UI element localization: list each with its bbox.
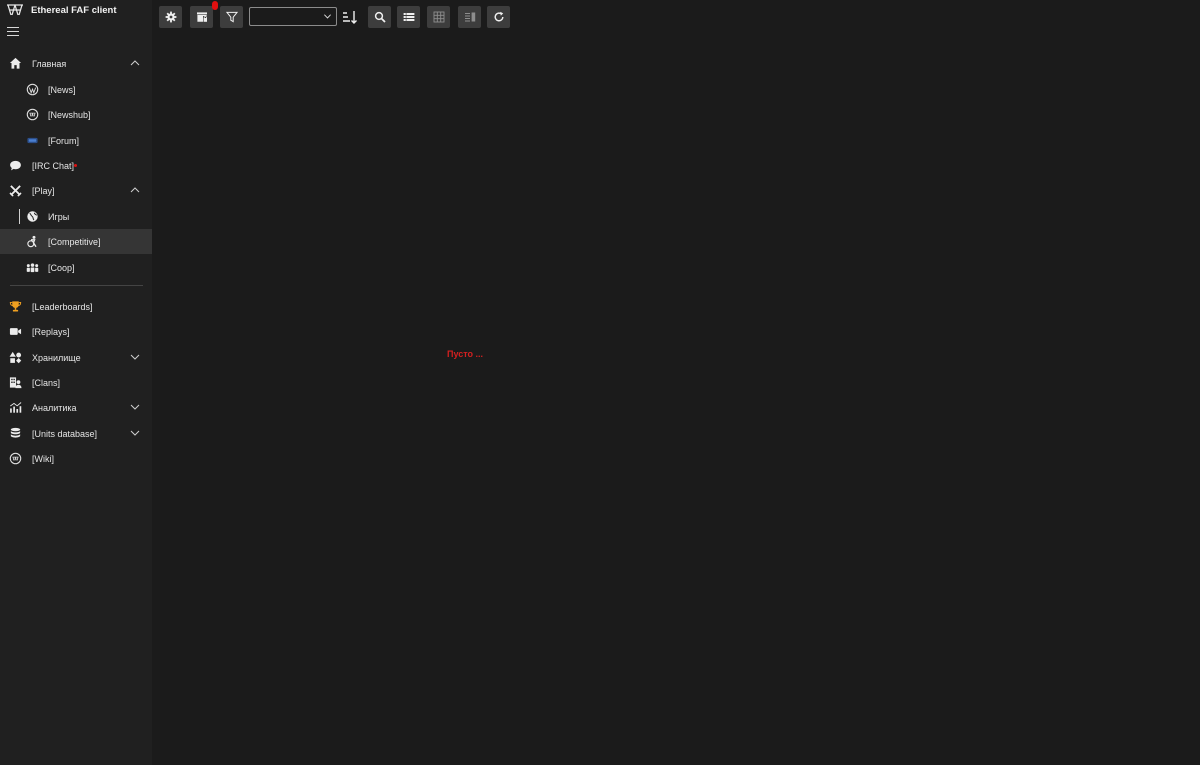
empty-state-message: Пусто ... (447, 349, 484, 359)
nav-item-units-database[interactable]: [Units database] (0, 421, 152, 446)
chevron-down-icon (324, 14, 331, 19)
list-view-icon (403, 13, 414, 21)
grid-view-icon (433, 11, 444, 23)
faf-icon (9, 452, 22, 465)
active-indicator (19, 209, 20, 224)
wordpress-icon (26, 83, 39, 96)
nav-item-news[interactable]: [News] (0, 77, 152, 102)
nav-item-play[interactable]: [Play] (0, 178, 152, 203)
nav-item-forum[interactable]: [Forum] (0, 128, 152, 153)
nav-label-replays: [Replays] (32, 327, 70, 337)
nav-item-clans[interactable]: [Clans] (0, 370, 152, 395)
analytics-icon (9, 401, 22, 414)
settings-button[interactable] (159, 6, 182, 28)
nav-label-play: [Play] (32, 186, 55, 196)
nav-label-wiki: [Wiki] (32, 454, 54, 464)
nav-label-news: [News] (48, 85, 76, 95)
chevron-up-icon[interactable] (130, 58, 140, 68)
chevron-down-icon[interactable] (130, 428, 140, 438)
home-icon (9, 57, 22, 70)
database-icon (9, 427, 22, 440)
nav-item-wiki[interactable]: [Wiki] (0, 446, 152, 471)
filter-icon (225, 11, 238, 23)
video-camera-icon (9, 325, 22, 338)
nav-item-vault[interactable]: Хранилище (0, 345, 152, 370)
host-game-button[interactable] (190, 6, 213, 28)
refresh-button[interactable] (487, 6, 510, 28)
sort-direction-icon[interactable] (342, 9, 358, 25)
chat-bubble-icon (9, 159, 22, 172)
search-icon (374, 11, 386, 23)
title-bar: Ethereal FAF client (0, 0, 152, 22)
nav-label-games: Игры (48, 212, 70, 222)
app-title: Ethereal FAF client (31, 5, 117, 16)
competitive-icon (26, 235, 39, 248)
nav-item-home[interactable]: Главная (0, 51, 152, 76)
sort-dropdown[interactable] (249, 7, 337, 26)
menu-toggle-button[interactable] (7, 27, 19, 37)
nav-label-home: Главная (32, 59, 67, 69)
group-icon (26, 261, 39, 274)
nav-divider (10, 285, 143, 286)
nav-item-analytics[interactable]: Аналитика (0, 395, 152, 420)
chevron-down-icon[interactable] (130, 352, 140, 362)
clans-icon (9, 376, 22, 389)
nav-item-leaderboards[interactable]: [Leaderboards] (0, 294, 152, 319)
search-button[interactable] (368, 6, 391, 28)
refresh-icon (494, 11, 503, 22)
grid-view-button[interactable] (427, 6, 450, 28)
filter-button[interactable] (220, 6, 243, 28)
nav-label-units-database: [Units database] (32, 429, 98, 439)
faf-logo-icon (7, 4, 23, 16)
details-view-button[interactable] (458, 6, 481, 28)
faf-icon (26, 108, 39, 121)
nav-label-analytics: Аналитика (32, 403, 77, 413)
nav-item-irc-chat[interactable]: [IRC Chat] (0, 153, 152, 178)
sidebar: Ethereal FAF client Главная [News] [News… (0, 0, 152, 765)
nav-label-clans: [Clans] (32, 378, 61, 388)
details-view-icon (464, 12, 475, 22)
nav-label-leaderboards: [Leaderboards] (32, 302, 93, 312)
nav-item-newshub[interactable]: [Newshub] (0, 102, 152, 127)
gear-icon (165, 11, 176, 23)
globe-icon (26, 210, 39, 223)
list-view-button[interactable] (397, 6, 420, 28)
crossed-swords-icon (9, 184, 22, 197)
shapes-icon (9, 351, 22, 364)
forum-icon (26, 134, 39, 147)
notification-badge (212, 1, 218, 10)
unread-indicator (74, 164, 77, 167)
nav-label-newshub: [Newshub] (48, 110, 91, 120)
nav-label-forum: [Forum] (48, 136, 80, 146)
chevron-down-icon[interactable] (130, 402, 140, 412)
trophy-icon (9, 300, 22, 313)
chevron-up-icon[interactable] (130, 185, 140, 195)
nav-label-coop: [Coop] (48, 263, 75, 273)
hosting-icon (196, 12, 207, 22)
nav-label-vault: Хранилище (32, 353, 81, 363)
nav-label-competitive: [Competitive] (48, 237, 101, 247)
nav-label-irc-chat: [IRC Chat] (32, 161, 75, 171)
nav-item-games[interactable]: Игры (0, 204, 152, 229)
nav-item-replays[interactable]: [Replays] (0, 319, 152, 344)
nav-item-coop[interactable]: [Coop] (0, 255, 152, 280)
nav-item-competitive[interactable]: [Competitive] (0, 229, 152, 254)
